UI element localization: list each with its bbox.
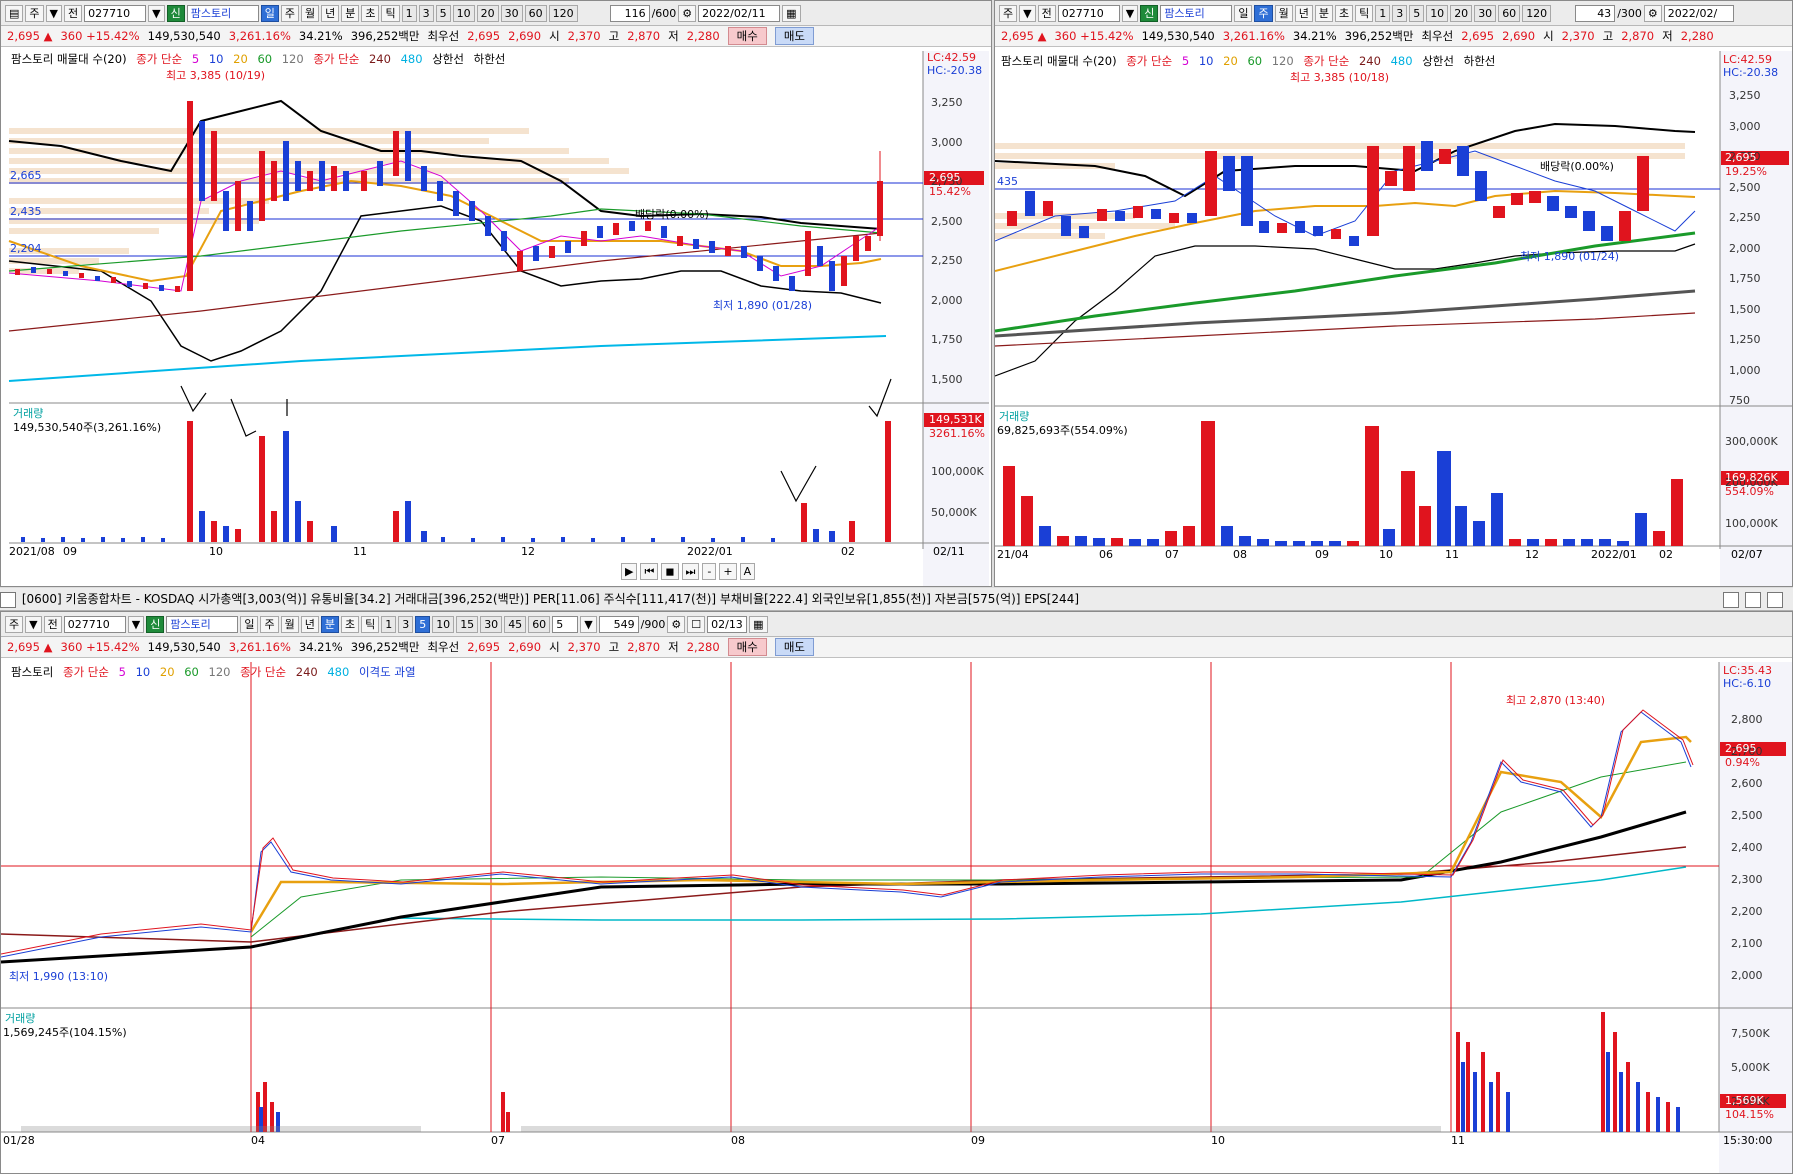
bottom-vol-tag1: 1,569K [1725,1094,1764,1107]
left-low-note: 최저 1,890 (01/28) [713,299,813,312]
bottom-low-note: 최저 1,990 (13:10) [9,970,109,983]
left-price-axis: 3,250 3,000 2,750 2,500 2,250 2,000 1,750 1,500 [931,96,963,386]
auto-button[interactable]: A [739,563,756,580]
bottom-x-axis: 01/28 04 07 08 09 10 11 [3,1134,1465,1147]
right-vol-tag1: 169,826K [1725,471,1778,484]
right-hc: HC:-20.38 [1723,66,1779,79]
left-high-note: 최고 3,385 (10/19) [166,69,266,82]
nav-stop[interactable]: ◼ [661,563,679,580]
bottom-vol-tag2: 104.15% [1725,1108,1774,1121]
left-tag-price: 2,695 [929,171,961,184]
level-2665: 2,665 [10,169,42,182]
right-chart-svg [995,51,1792,586]
nav-first[interactable]: ⏮ [640,563,659,580]
bottom-window-titlebar[interactable]: [0600] 키움종합차트 - KOSDAQ 시가총액[3,003(억)] 유통… [0,588,1793,611]
window-title: [0600] 키움종합차트 - KOSDAQ 시가총액[3,003(억)] 유통… [21,592,1080,606]
zoom-out[interactable]: - [702,563,717,580]
left-chart-svg [8,51,989,586]
minimize-icon[interactable] [1723,591,1740,608]
right-level: 435 [997,175,1018,188]
right-high-note: 최고 3,385 (10/18) [1290,71,1390,84]
right-x-axis: 21/04 06 07 08 09 10 11 12 2022/01 02 [997,548,1673,561]
left-hc: HC:-20.38 [927,64,983,77]
bottom-vol-info: 1,569,245주(104.15%) [3,1026,127,1039]
bottom-high-note: 최고 2,870 (13:40) [1506,694,1606,707]
level-2204: 2,204 [10,242,42,255]
bottom-chart-panel: 주 ▼ 전 027710 ▼ 신 팜스토리 일 주 월 년 분 초 틱 1 3 … [0,611,1793,1174]
left-vol-tag2: 3261.16% [929,427,985,440]
right-vol-info: 69,825,693주(554.09%) [997,424,1128,437]
right-tag-price: 2,695 [1725,151,1757,164]
level-2435: 2,435 [10,205,42,218]
bottom-tag-price: 2,695 [1725,742,1757,755]
nav-last[interactable]: ⏭ [681,563,700,580]
right-vol-tag2: 554.09% [1725,485,1774,498]
right-dividend: 배당락(0.00%) [1540,160,1614,173]
zoom-in[interactable]: + [719,563,737,580]
left-nav[interactable]: ▶ ⏮ ◼ ⏭ - + A [621,563,756,580]
left-x-end: 02/11 [933,545,965,558]
right-price-axis: 3,250 3,000 2,750 2,500 2,250 2,000 1,750 1,500… [1729,89,1761,407]
right-x-end: 02/07 [1731,548,1763,561]
window-icon [0,591,16,608]
left-chart-panel: ▤ 주 ▼ 전 027710 ▼ 신 팜스토리 일 주 월 년 분 초 틱 1 … [0,0,992,587]
right-chart-panel: 주 ▼ 전 027710 ▼ 신 팜스토리 일 주 월 년 분 초 틱 1 3 … [994,0,1793,587]
right-low-note: 최저 1,890 (01/24) [1520,250,1620,263]
bottom-lc: LC:35.43 [1723,664,1773,677]
bottom-hc: HC:-6.10 [1723,677,1772,690]
nav-play[interactable]: ▶ [621,563,638,580]
close-icon[interactable] [1767,591,1783,608]
maximize-icon[interactable] [1745,591,1762,608]
bottom-x-end: 15:30:00 [1723,1134,1773,1147]
left-vol-info: 149,530,540주(3,261.16%) [13,421,162,434]
left-x-axis: 2021/08 09 10 11 12 2022/01 02 [9,545,855,558]
left-lc: LC:42.59 [927,51,977,64]
left-dividend: 배당락(0.00%) [635,208,709,221]
left-tag-pct: 15.42% [929,185,971,198]
bottom-tag-pct: 0.94% [1725,756,1760,769]
window-controls[interactable] [1723,588,1785,610]
right-lc: LC:42.59 [1723,53,1773,66]
left-vol-axis: 100,000K 50,000K [931,465,984,519]
left-vol-tag1: 149,531K [929,413,982,426]
right-tag-pct: 19.25% [1725,165,1767,178]
